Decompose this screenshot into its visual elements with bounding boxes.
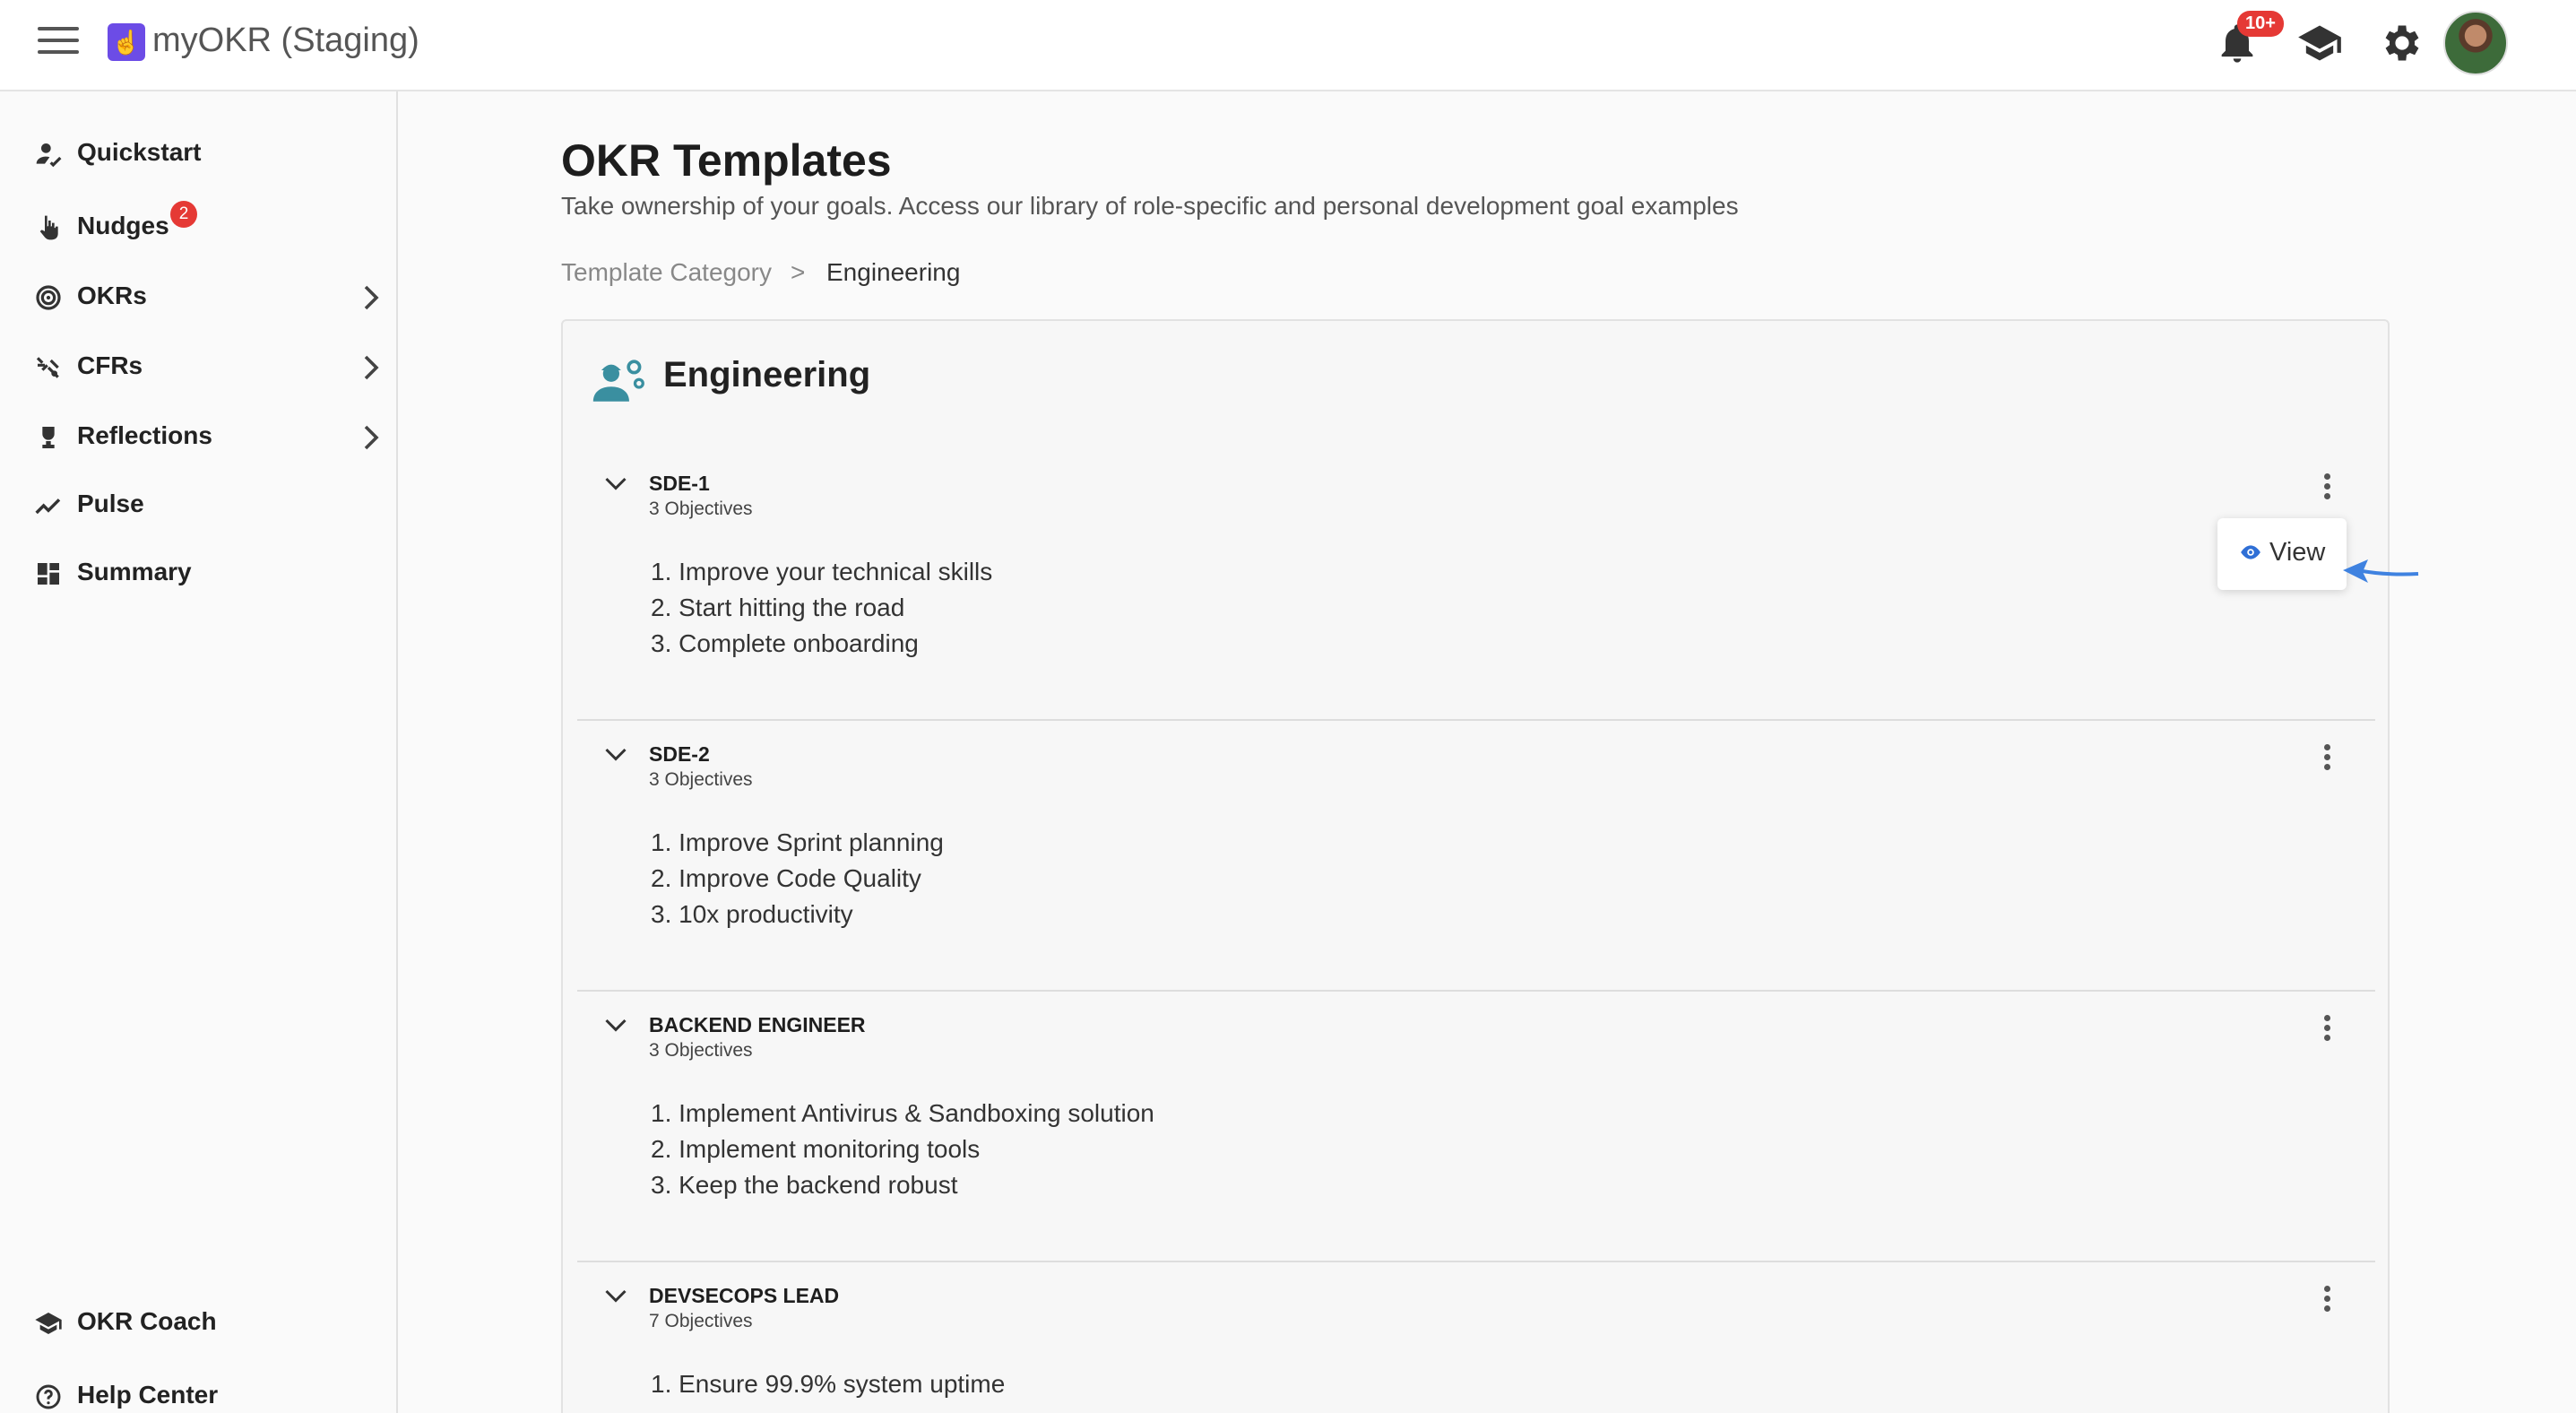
sidebar-item-label: OKRs — [77, 282, 147, 309]
avatar[interactable] — [2443, 11, 2508, 75]
objective-item: 3. Keep the backend robust — [651, 1171, 958, 1199]
eye-icon — [2241, 545, 2260, 559]
page-subtitle: Take ownership of your goals. Access our… — [561, 192, 1739, 220]
chevron-down-icon[interactable] — [602, 1015, 629, 1036]
graduation-cap-icon[interactable] — [2296, 20, 2343, 66]
sidebar-item-label: Pulse — [77, 490, 144, 517]
sidebar-item-okrs[interactable]: OKRs — [0, 269, 396, 326]
engineer-gear-icon — [592, 360, 644, 402]
help-icon — [36, 1384, 61, 1409]
more-options-icon[interactable] — [2312, 470, 2341, 509]
divider — [577, 990, 2375, 992]
objective-item: 2. Implement monitoring tools — [651, 1135, 981, 1163]
hand-pointer-icon — [39, 215, 58, 240]
objective-item: 1. Implement Antivirus & Sandboxing solu… — [651, 1099, 1154, 1127]
category-title: Engineering — [663, 355, 871, 394]
template-objective-count: 3 Objectives — [649, 1040, 753, 1061]
sidebar-item-label: OKR Coach — [77, 1307, 217, 1335]
template-objective-count: 7 Objectives — [649, 1311, 753, 1331]
objective-item: 2. Improve Code Quality — [651, 864, 921, 892]
sidebar-item-pulse[interactable]: Pulse — [0, 477, 396, 534]
page-title: OKR Templates — [561, 135, 892, 186]
template-name[interactable]: SDE-1 — [649, 472, 710, 496]
sidebar-item-label: Quickstart — [77, 138, 202, 166]
trophy-icon — [42, 427, 55, 448]
sidebar-item-label: Reflections — [77, 421, 212, 449]
gear-icon[interactable] — [2379, 20, 2425, 66]
more-options-icon[interactable] — [2312, 741, 2341, 780]
menu-icon[interactable] — [38, 27, 79, 56]
sidebar-item-help-center[interactable]: Help Center — [0, 1368, 396, 1413]
trend-icon — [35, 498, 61, 515]
sidebar-item-label: Nudges — [77, 212, 169, 239]
chevron-down-icon[interactable] — [602, 744, 629, 766]
sidebar-item-label: CFRs — [77, 351, 143, 379]
template-objective-count: 3 Objectives — [649, 769, 753, 790]
sidebar-item-cfrs[interactable]: CFRs — [0, 339, 396, 396]
sidebar-item-quickstart[interactable]: Quickstart — [0, 126, 396, 183]
nudges-badge: 2 — [170, 201, 197, 228]
quickstart-icon — [36, 143, 62, 168]
chevron-down-icon[interactable] — [602, 1286, 629, 1307]
objective-item: 1. Improve your technical skills — [651, 558, 993, 585]
breadcrumb-current: Engineering — [826, 258, 961, 286]
breadcrumb-template-category[interactable]: Template Category — [561, 258, 772, 287]
breadcrumb-separator: > — [791, 258, 806, 286]
chevron-right-icon — [364, 285, 379, 310]
objective-item: 1. Ensure 99.9% system uptime — [651, 1370, 1006, 1398]
app-title: myOKR (Staging) — [152, 22, 419, 59]
divider — [577, 719, 2375, 721]
objective-item: 3. Complete onboarding — [651, 629, 919, 657]
annotation-arrow-icon — [2343, 559, 2419, 583]
objective-item: 2. Start hitting the road — [651, 594, 905, 621]
more-options-icon[interactable] — [2312, 1282, 2341, 1322]
more-options-icon[interactable] — [2312, 1011, 2341, 1051]
view-label: View — [2269, 538, 2326, 567]
sidebar-item-nudges[interactable]: Nudges 2 — [0, 199, 396, 256]
chevron-down-icon[interactable] — [602, 473, 629, 495]
objective-item: 1. Improve Sprint planning — [651, 828, 944, 856]
top-bar: ☝ myOKR (Staging) 10+ — [0, 0, 2576, 91]
cfrs-icon — [36, 357, 59, 378]
sidebar: Quickstart Nudges 2 OKRs CFRs Reflection… — [0, 91, 398, 1413]
chevron-right-icon — [364, 355, 379, 380]
chevron-right-icon — [364, 425, 379, 450]
template-objective-count: 3 Objectives — [649, 498, 753, 519]
divider — [577, 1261, 2375, 1262]
template-name[interactable]: SDE-2 — [649, 742, 710, 767]
app-logo-icon: ☝ — [108, 23, 145, 61]
objective-item: 3. 10x productivity — [651, 900, 853, 928]
sidebar-item-label: Summary — [77, 558, 192, 585]
target-icon — [36, 285, 61, 310]
notification-badge: 10+ — [2237, 11, 2284, 37]
sidebar-item-summary[interactable]: Summary — [0, 545, 396, 602]
view-menu-item[interactable]: View — [2217, 518, 2347, 590]
graduation-cap-icon — [35, 1313, 62, 1334]
sidebar-item-label: Help Center — [77, 1381, 219, 1409]
sidebar-item-okr-coach[interactable]: OKR Coach — [0, 1295, 396, 1352]
template-name[interactable]: DEVSECOPS LEAD — [649, 1284, 839, 1308]
sidebar-item-reflections[interactable]: Reflections — [0, 409, 396, 466]
dashboard-icon — [38, 563, 59, 585]
template-name[interactable]: BACKEND ENGINEER — [649, 1013, 866, 1037]
